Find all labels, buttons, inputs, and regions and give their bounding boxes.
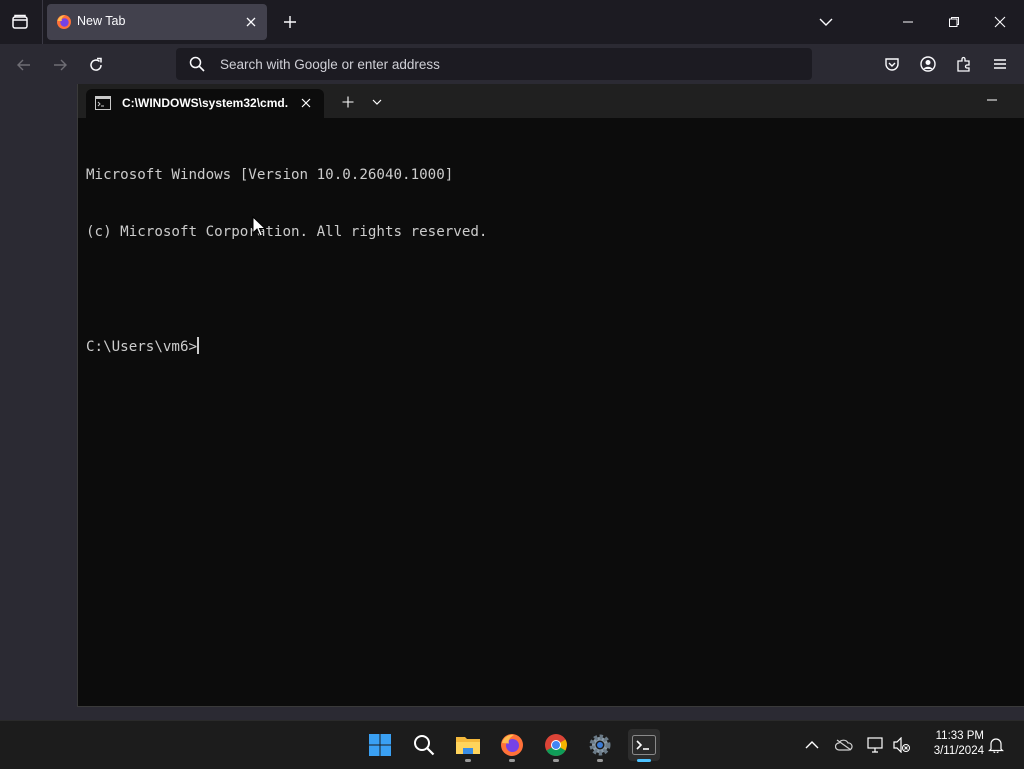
terminal-prompt-line[interactable]: C:\Users\vm6> [86, 337, 1016, 356]
minimize-icon[interactable] [982, 92, 1002, 108]
search-icon[interactable] [408, 729, 440, 761]
terminal-icon[interactable] [628, 729, 660, 762]
pocket-icon[interactable] [882, 54, 902, 74]
firefox-icon[interactable] [496, 729, 528, 762]
chrome-icon[interactable] [540, 729, 572, 762]
clock-time: 11:33 PM [935, 730, 984, 742]
system-clock[interactable]: 11:33 PM 3/11/2024 [918, 729, 984, 759]
close-tab-icon[interactable] [243, 14, 259, 30]
address-bar[interactable] [176, 48, 812, 80]
terminal-window[interactable]: C:\WINDOWS\system32\cmd. Microsoft Windo… [77, 84, 1024, 707]
tab-new-tab[interactable]: New Tab [47, 4, 267, 40]
taskbar: 11:33 PM 3/11/2024 [0, 720, 1024, 769]
terminal-line: (c) Microsoft Corporation. All rights re… [86, 224, 488, 240]
close-window-icon[interactable] [986, 8, 1014, 36]
menu-icon[interactable] [990, 54, 1010, 74]
running-indicator [509, 759, 515, 762]
chevron-down-icon[interactable] [370, 95, 384, 109]
firefox-view-icon[interactable] [8, 10, 32, 34]
reload-icon[interactable] [85, 54, 107, 76]
running-indicator [597, 759, 603, 762]
browser-tab-strip: New Tab [0, 0, 1024, 44]
onedrive-icon[interactable] [834, 735, 854, 755]
forward-icon[interactable] [49, 54, 71, 76]
network-icon[interactable] [866, 735, 886, 755]
text-cursor [197, 337, 200, 354]
terminal-title-bar[interactable]: C:\WINDOWS\system32\cmd. [78, 84, 1024, 118]
new-tab-icon[interactable] [280, 12, 300, 32]
list-all-tabs-icon[interactable] [816, 12, 836, 32]
notification-bell-icon[interactable] [986, 735, 1006, 755]
minimize-icon[interactable] [894, 8, 922, 36]
close-tab-icon[interactable] [299, 96, 313, 110]
clock-date: 3/11/2024 [933, 745, 984, 757]
restore-icon[interactable] [940, 8, 968, 36]
start-icon[interactable] [364, 729, 396, 761]
account-icon[interactable] [918, 54, 938, 74]
browser-navigation-bar [0, 44, 1024, 84]
terminal-tab-title: C:\WINDOWS\system32\cmd. [122, 96, 289, 110]
cmd-icon [95, 96, 111, 110]
running-indicator [465, 759, 471, 762]
mouse-pointer-icon [252, 216, 266, 238]
terminal-output[interactable]: Microsoft Windows [Version 10.0.26040.10… [86, 128, 1016, 698]
terminal-tab[interactable]: C:\WINDOWS\system32\cmd. [86, 89, 324, 118]
active-indicator [637, 759, 651, 762]
search-icon [189, 56, 205, 72]
extensions-icon[interactable] [954, 54, 974, 74]
settings-icon[interactable] [584, 729, 616, 762]
tab-title: New Tab [77, 14, 126, 28]
address-input[interactable] [220, 48, 780, 80]
firefox-icon [56, 14, 72, 30]
new-tab-icon[interactable] [340, 94, 356, 110]
file-explorer-icon[interactable] [452, 729, 484, 762]
chevron-up-icon[interactable] [802, 735, 822, 755]
back-icon[interactable] [13, 54, 35, 76]
terminal-line: Microsoft Windows [Version 10.0.26040.10… [86, 167, 454, 183]
running-indicator [553, 759, 559, 762]
tab-separator [42, 0, 43, 44]
terminal-prompt: C:\Users\vm6> [86, 339, 198, 355]
volume-muted-icon[interactable] [892, 735, 912, 755]
